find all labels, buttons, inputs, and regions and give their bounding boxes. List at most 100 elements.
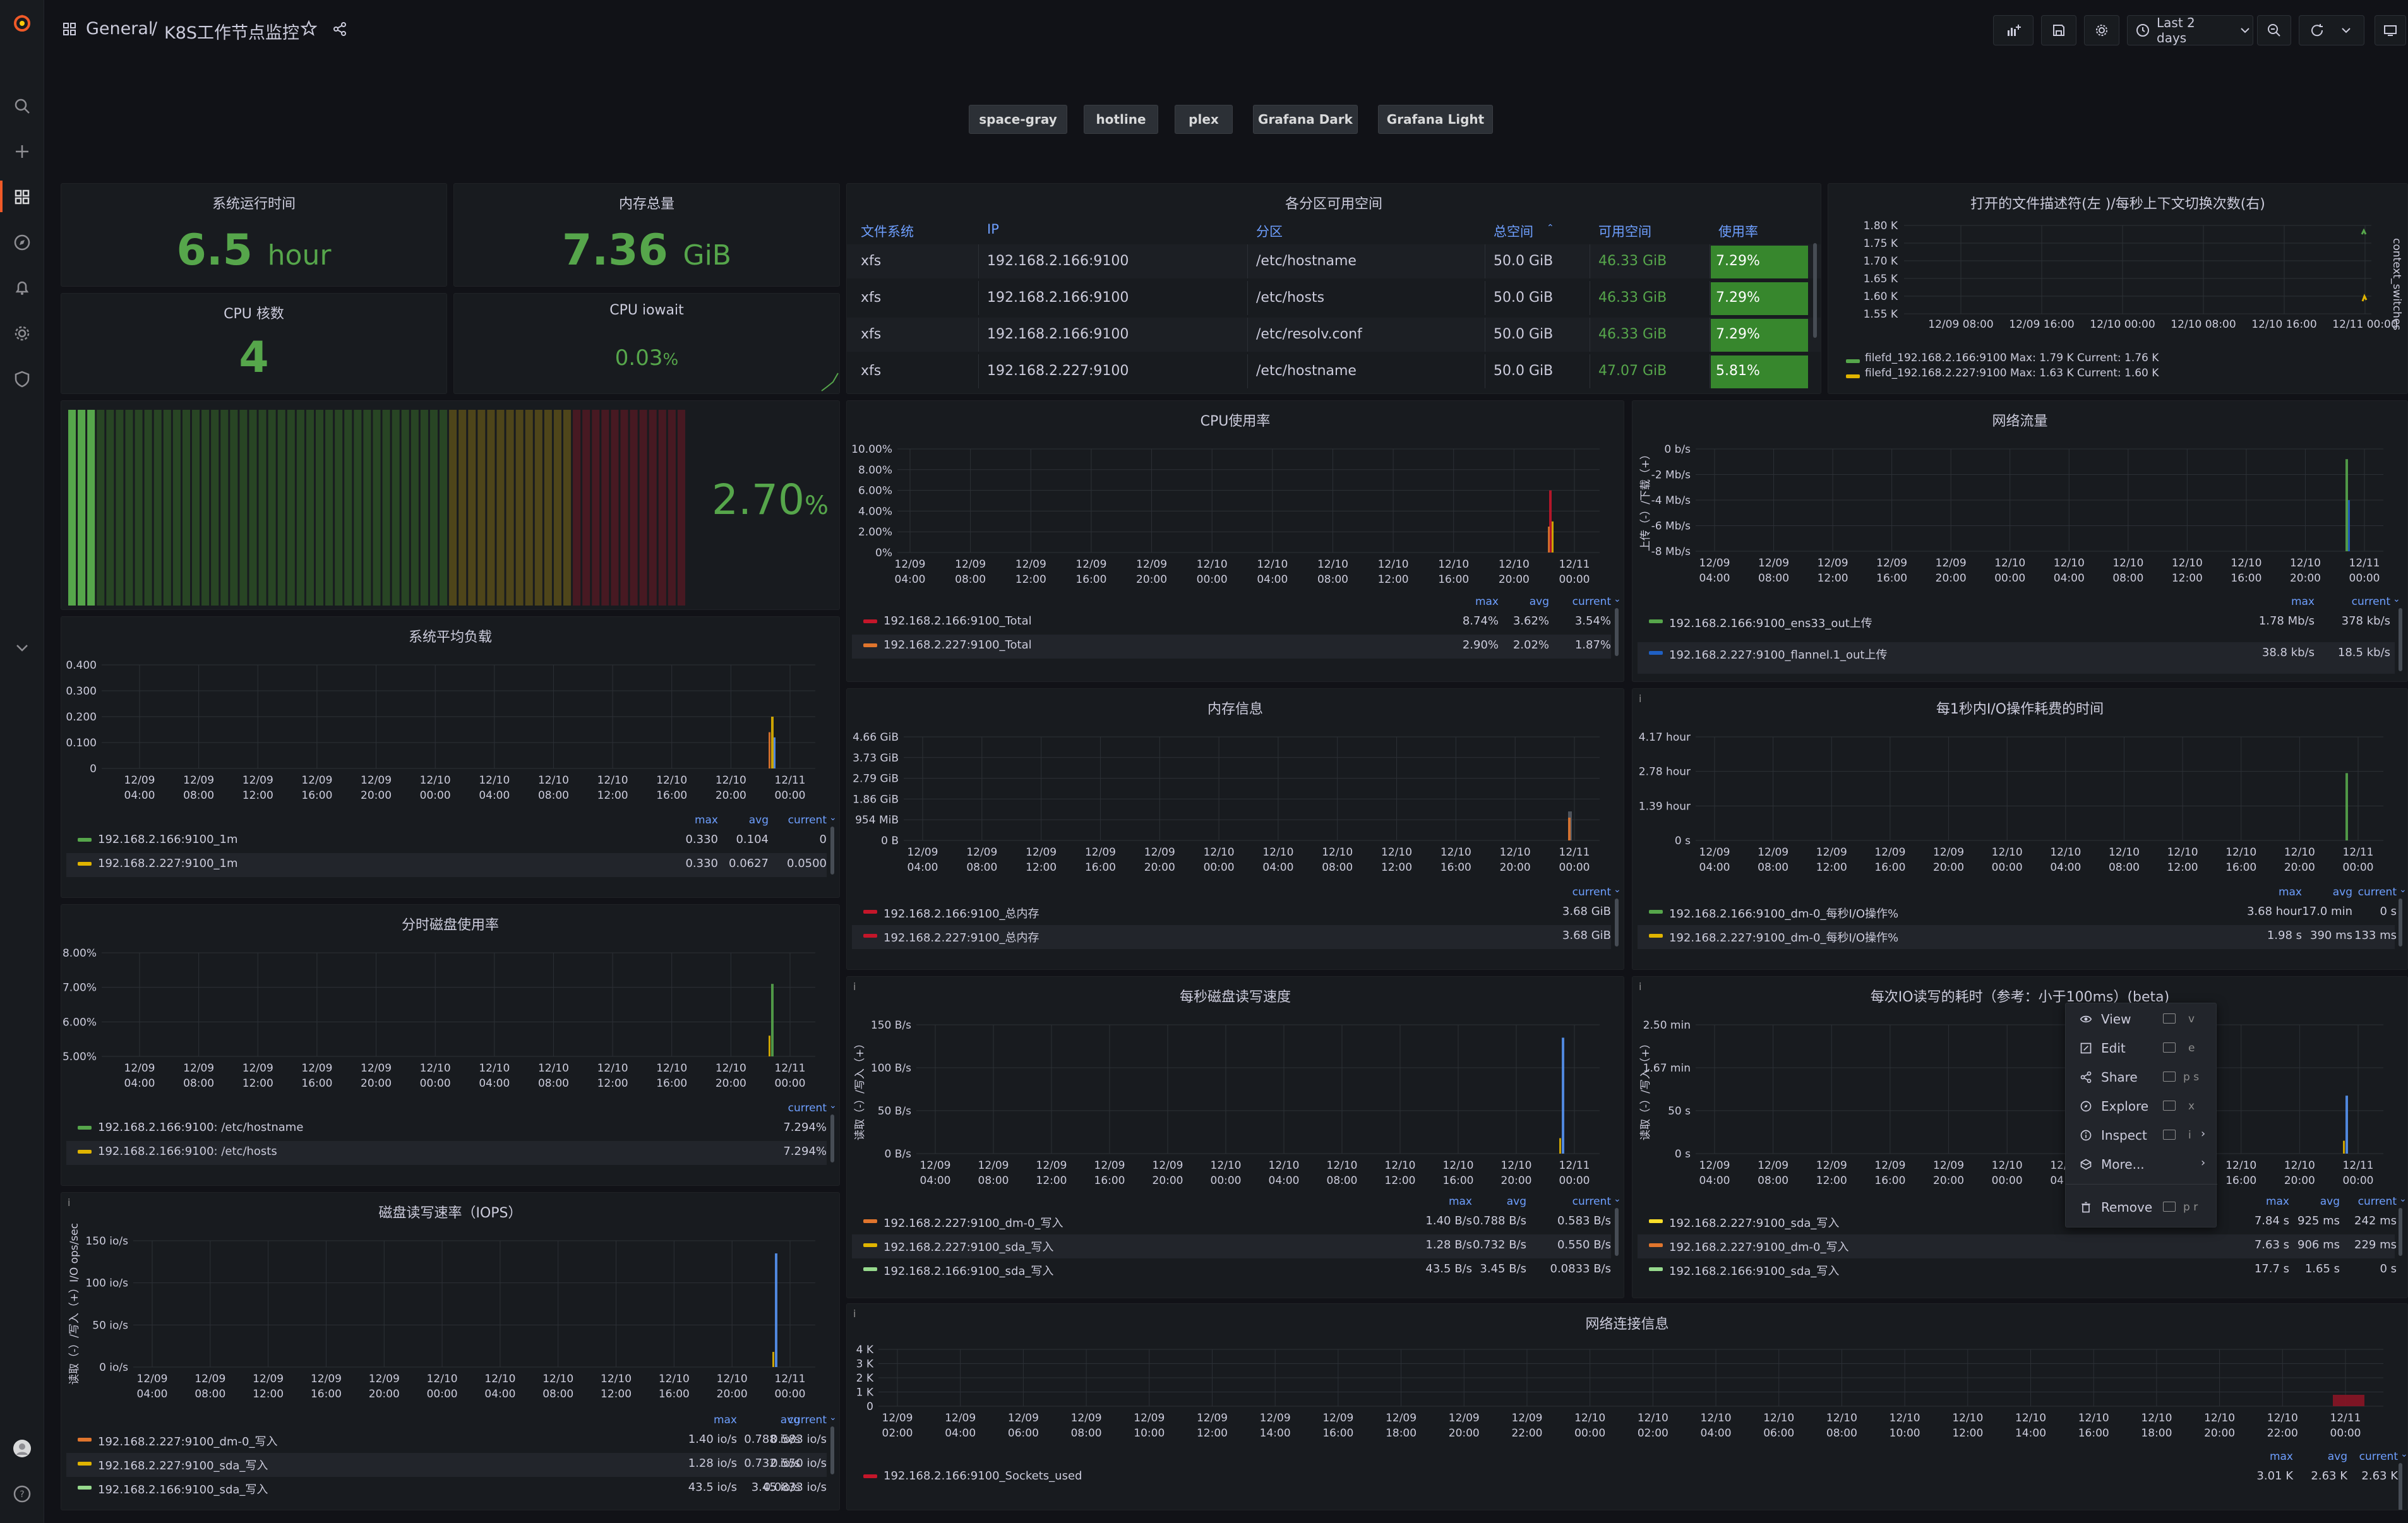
theme-button-plex[interactable]: plex (1175, 105, 1233, 134)
legend-label[interactable]: 192.168.2.227:9100_dm-0_写入 (98, 1433, 277, 1449)
menu-item-remove[interactable]: Remove p r (2066, 1193, 2217, 1222)
chart-area[interactable]: 4.17 hour 2.78 hour 1.39 hour 0 s 12/09 04:00… (1632, 689, 2408, 885)
legend-header-current[interactable]: current (751, 814, 827, 827)
menu-item-edit[interactable]: Edit e (2066, 1034, 2217, 1063)
legend-scrollbar[interactable] (2399, 899, 2402, 947)
zoom-out-button[interactable] (2257, 15, 2291, 45)
legend-header-current[interactable]: current (2321, 886, 2397, 899)
legend-label[interactable]: 192.168.2.227:9100_dm-0_写入 (1669, 1238, 1848, 1255)
share-icon[interactable] (332, 21, 347, 39)
menu-item-inspect[interactable]: Inspect i › (2066, 1121, 2217, 1150)
avatar[interactable] (8, 1435, 36, 1462)
legend-label[interactable]: 192.168.2.166:9100_总内存 (884, 905, 1039, 921)
table-header-3[interactable]: 总空间 (1494, 222, 1533, 241)
legend-scrollbar[interactable] (2399, 1208, 2402, 1256)
legend-label[interactable]: 192.168.2.166:9100: /etc/hostname (98, 1121, 303, 1134)
breadcrumb-folder[interactable]: General (86, 19, 153, 39)
menu-item-more[interactable]: More... › (2066, 1150, 2217, 1179)
explore-compass-icon[interactable] (8, 229, 36, 256)
help-icon[interactable]: ? (8, 1480, 36, 1508)
bell-icon[interactable] (8, 274, 36, 302)
legend-item[interactable]: filefd_192.168.2.166:9100 Max: 1.79 K Cu… (1865, 352, 2159, 364)
legend-label[interactable]: 192.168.2.227:9100_总内存 (884, 929, 1039, 945)
chart-area[interactable]: 2.50 min1.67 min50 s0 s12/0904:0012/0908… (1632, 977, 2408, 1198)
legend-header-current[interactable]: current (751, 1414, 827, 1426)
table-header-1[interactable]: IP (987, 222, 999, 237)
legend-label[interactable]: 192.168.2.227:9100_Total (884, 638, 1032, 652)
chart-area[interactable]: 0 b/s -2 Mb/s -4 Mb/s -6 Mb/s -8 Mb/s 12/09 04… (1632, 401, 2408, 595)
legend-header-current[interactable]: current (2322, 1450, 2398, 1463)
legend-header-current[interactable]: current (751, 1102, 827, 1114)
legend-label[interactable]: 192.168.2.166:9100_sda_写入 (884, 1262, 1053, 1279)
tv-mode-button[interactable] (2375, 15, 2406, 45)
chart-area[interactable]: 150 B/s 100 B/s 50 B/s 0 B/s 12/09 04:00 12/09… (847, 977, 1624, 1198)
gear-icon[interactable] (8, 320, 36, 347)
legend-scrollbar[interactable] (2399, 608, 2402, 671)
chart-area[interactable]: 0.400 0.300 0.200 0.100 0 12/09 04:00 12/09 08:0… (61, 617, 840, 813)
legend-label[interactable]: 192.168.2.166:9100_sda_写入 (1669, 1262, 1839, 1279)
legend-label[interactable]: 192.168.2.227:9100_dm-0_每秒I/O操作% (1669, 929, 1898, 945)
legend-scrollbar[interactable] (1615, 608, 1619, 656)
chevron-down-icon[interactable] (8, 634, 36, 662)
menu-item-share[interactable]: Share p s (2066, 1063, 2217, 1092)
save-dashboard-button[interactable] (2041, 15, 2076, 45)
legend-label[interactable]: 192.168.2.227:9100_dm-0_写入 (884, 1214, 1063, 1231)
menu-label: Share (2101, 1070, 2138, 1085)
legend-label[interactable]: 192.168.2.166:9100_1m (98, 833, 238, 846)
x-tick-label: 12/09 (1816, 1159, 1847, 1172)
legend-label[interactable]: 192.168.2.227:9100_1m (98, 857, 238, 870)
dashboards-icon[interactable] (8, 183, 36, 211)
table-header-5[interactable]: 使用率 (1718, 222, 1758, 241)
legend-label[interactable]: 192.168.2.166:9100: /etc/hosts (98, 1145, 277, 1158)
legend-item[interactable]: filefd_192.168.2.227:9100 Max: 1.63 K Cu… (1865, 367, 2159, 379)
theme-button-grafana-light[interactable]: Grafana Light (1378, 105, 1493, 134)
theme-button-space-gray[interactable]: space-gray (969, 105, 1067, 134)
legend-header-current[interactable]: current (1535, 886, 1611, 899)
legend-scrollbar[interactable] (830, 1426, 834, 1474)
table-header-2[interactable]: 分区 (1256, 222, 1283, 241)
table-header-0[interactable]: 文件系统 (861, 222, 914, 241)
legend-label[interactable]: 192.168.2.227:9100_sda_写入 (1669, 1214, 1839, 1231)
time-range-picker[interactable]: Last 2 days (2127, 15, 2253, 45)
legend-label[interactable]: 192.168.2.227:9100_flannel.1_out上传 (1669, 646, 1887, 662)
legend-scrollbar[interactable] (1615, 899, 1619, 947)
legend-header-current[interactable]: current (2315, 595, 2390, 608)
legend-scrollbar[interactable] (2399, 1463, 2402, 1510)
chart-area[interactable]: 4 K 3 K2 K 1 K 0 12/09 02:00 12/09 04:00 12/09 06… (847, 1304, 2408, 1450)
star-icon[interactable] (300, 20, 318, 39)
add-panel-button[interactable] (1993, 15, 2034, 45)
legend-scrollbar[interactable] (830, 827, 834, 875)
legend-header-max[interactable]: max (2239, 595, 2315, 608)
legend-scrollbar[interactable] (830, 1114, 834, 1162)
table-header-4[interactable]: 可用空间 (1598, 222, 1651, 241)
legend-label[interactable]: 192.168.2.166:9100_Total (884, 614, 1032, 628)
legend-header-current[interactable]: current (2321, 1195, 2397, 1208)
theme-button-grafana-dark[interactable]: Grafana Dark (1253, 105, 1358, 134)
theme-button-hotline[interactable]: hotline (1084, 105, 1158, 134)
chart-area[interactable]: 10.00%8.00%6.00%4.00%2.00%0%12/0904:0012… (847, 401, 1624, 597)
legend-header-current[interactable]: current (1535, 595, 1611, 608)
grafana-logo-icon[interactable] (8, 9, 36, 37)
dashboard-title[interactable]: K8S工作节点监控 (164, 19, 299, 44)
plus-icon[interactable] (8, 138, 36, 165)
search-icon[interactable] (8, 92, 36, 120)
dashboard-settings-button[interactable] (2084, 15, 2119, 45)
chart-area[interactable]: 150 io/s 100 io/s 50 io/s 0 io/s 12/09 04:00 1… (61, 1193, 840, 1411)
legend-header-avg[interactable]: avg (1451, 1195, 1526, 1208)
table-scrollbar[interactable] (1813, 243, 1817, 338)
legend-label[interactable]: 192.168.2.166:9100_sda_写入 (98, 1481, 268, 1497)
legend-swatch (863, 619, 877, 623)
menu-item-view[interactable]: View v (2066, 1005, 2217, 1034)
chart-area[interactable]: 4.66 GiB 3.73 GiB 2.79 GiB 1.86 GiB 954 MiB 0… (847, 689, 1624, 885)
menu-item-explore[interactable]: Explore x (2066, 1092, 2217, 1121)
legend-label[interactable]: 192.168.2.166:9100_dm-0_每秒I/O操作% (1669, 905, 1898, 921)
legend-label[interactable]: 192.168.2.227:9100_sda_写入 (884, 1238, 1053, 1255)
chart-area[interactable]: 8.00% 7.00% 6.00% 5.00% 12/09 04:00 12/09 08:00… (61, 905, 840, 1101)
legend-label[interactable]: 192.168.2.227:9100_sda_写入 (98, 1457, 268, 1473)
legend-label[interactable]: 192.168.2.166:9100_ens33_out上传 (1669, 614, 1872, 631)
legend-label[interactable]: 192.168.2.166:9100_Sockets_used (884, 1469, 1082, 1483)
legend-scrollbar[interactable] (1615, 1208, 1619, 1256)
refresh-button[interactable] (2299, 15, 2364, 45)
shield-icon[interactable] (8, 365, 36, 393)
legend-header-current[interactable]: current (1535, 1195, 1611, 1208)
